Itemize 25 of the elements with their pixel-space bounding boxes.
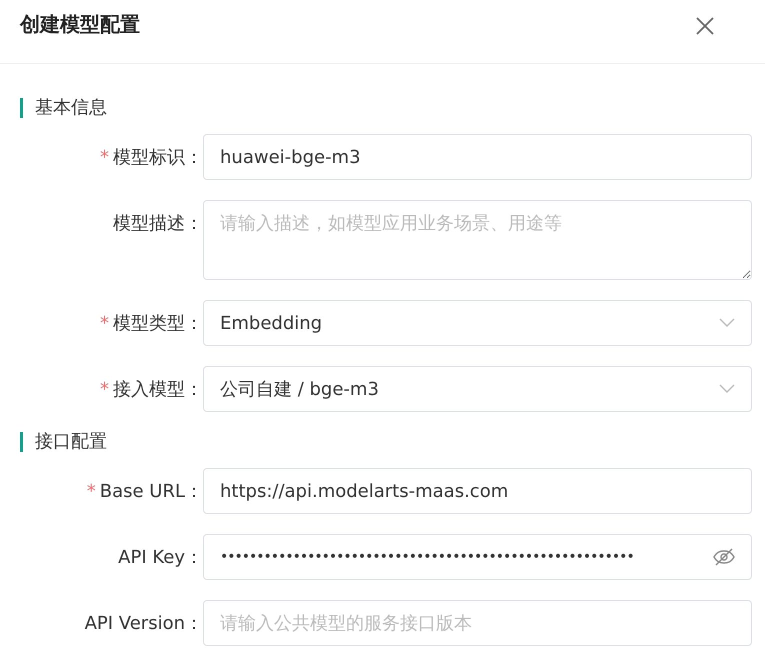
input-field[interactable]: huawei-bge-m3 [203, 134, 752, 180]
required-mark: * [100, 378, 109, 400]
field-label: 模型描述： [113, 212, 203, 235]
dialog-title: 创建模型配置 [20, 11, 140, 38]
section-title: 接口配置 [20, 432, 752, 452]
textarea-field[interactable]: 请输入描述，如模型应用业务场景、用途等 [203, 200, 752, 280]
field-label: 模型类型： [113, 312, 203, 335]
input-field[interactable]: https://api.modelarts-maas.com [203, 468, 752, 514]
field-label: 接入模型： [113, 378, 203, 401]
select-field[interactable]: 公司自建 / bge-m3 [203, 366, 752, 412]
chevron-down-icon [719, 318, 735, 328]
required-mark: * [100, 146, 109, 168]
chevron-down-icon [719, 384, 735, 394]
input-field[interactable]: 请输入公共模型的服务接口版本 [203, 600, 752, 646]
password-field[interactable]: ••••••••••••••••••••••••••••••••••••••••••••••••••••••••• [203, 534, 752, 580]
close-icon[interactable] [695, 16, 715, 36]
eye-slash-icon[interactable] [713, 548, 735, 566]
required-mark: * [100, 312, 109, 334]
field-label: 模型标识： [113, 146, 203, 169]
field-label: API Version： [84, 612, 203, 635]
field-label: API Key： [118, 546, 203, 569]
section-title: 基本信息 [20, 98, 752, 118]
field-label: Base URL： [100, 480, 203, 503]
required-mark: * [86, 480, 96, 502]
select-field[interactable]: Embedding [203, 300, 752, 346]
